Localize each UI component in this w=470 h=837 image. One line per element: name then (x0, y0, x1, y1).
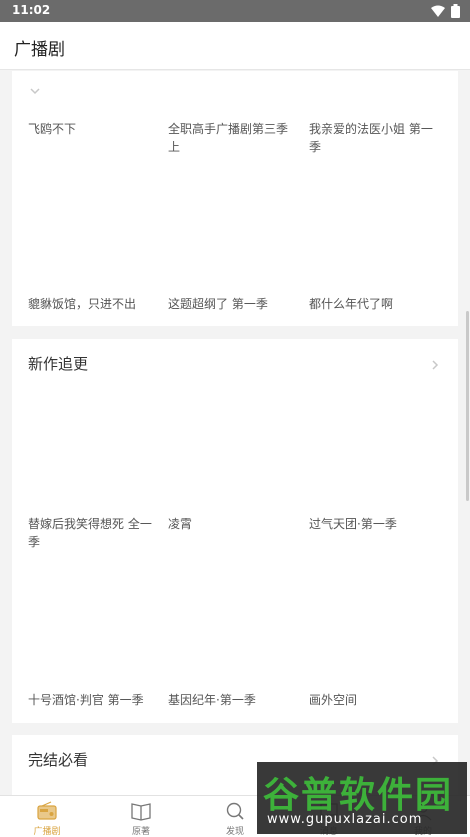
app-bar: 广播剧 (0, 22, 470, 70)
book-icon (131, 803, 151, 821)
battery-icon (451, 4, 460, 18)
drama-item[interactable]: 十号酒馆·判官 第一季 (28, 691, 158, 709)
nav-item-original[interactable]: 原著 (94, 796, 188, 837)
drama-section-top: 飞鸥不下 全职高手广播剧第三季 上 我亲爱的法医小姐 第一季 貔貅饭馆，只进不出… (12, 71, 458, 326)
scrollbar[interactable] (466, 311, 469, 501)
content-scroll-area[interactable]: 飞鸥不下 全职高手广播剧第三季 上 我亲爱的法医小姐 第一季 貔貅饭馆，只进不出… (0, 71, 470, 795)
status-time: 11:02 (12, 3, 51, 17)
watermark-url: www.gupuxlazai.com (267, 812, 423, 827)
chevron-right-icon[interactable] (428, 357, 442, 371)
radio-icon (37, 801, 57, 820)
section-title: 完结必看 (28, 751, 89, 769)
watermark-title: 谷普软件园 (263, 775, 454, 816)
nav-label: 原著 (131, 827, 150, 837)
drama-item[interactable]: 飞鸥不下 (28, 120, 158, 138)
drama-item[interactable]: 都什么年代了啊 (309, 295, 439, 313)
drama-item[interactable]: 我亲爱的法医小姐 第一季 (309, 120, 439, 156)
drama-item[interactable]: 貔貅饭馆，只进不出 (28, 295, 158, 313)
chevron-down-icon[interactable] (28, 83, 42, 97)
search-icon (226, 802, 244, 820)
drama-item[interactable]: 画外空间 (309, 691, 439, 709)
drama-item[interactable]: 基因纪年·第一季 (168, 691, 298, 709)
drama-item[interactable]: 过气天团·第一季 (309, 515, 439, 533)
nav-label: 广播剧 (33, 827, 61, 837)
drama-item[interactable]: 全职高手广播剧第三季 上 (168, 120, 298, 156)
page-title: 广播剧 (14, 40, 65, 60)
drama-item[interactable]: 替嫁后我笑得想死 全一季 (28, 515, 158, 551)
status-bar: 11:02 (0, 0, 470, 22)
status-icons (431, 4, 460, 18)
drama-item[interactable]: 这题超纲了 第一季 (168, 295, 298, 313)
nav-item-radio-drama[interactable]: 广播剧 (0, 796, 94, 837)
section-title: 新作追更 (28, 355, 89, 373)
new-updates-section: 新作追更 替嫁后我笑得想死 全一季 凌霄 过气天团·第一季 十号酒馆·判官 第一… (12, 339, 458, 723)
wifi-icon (431, 5, 445, 17)
drama-item[interactable]: 凌霄 (168, 515, 298, 533)
watermark: 谷普软件园 www.gupuxlazai.com (257, 762, 467, 834)
